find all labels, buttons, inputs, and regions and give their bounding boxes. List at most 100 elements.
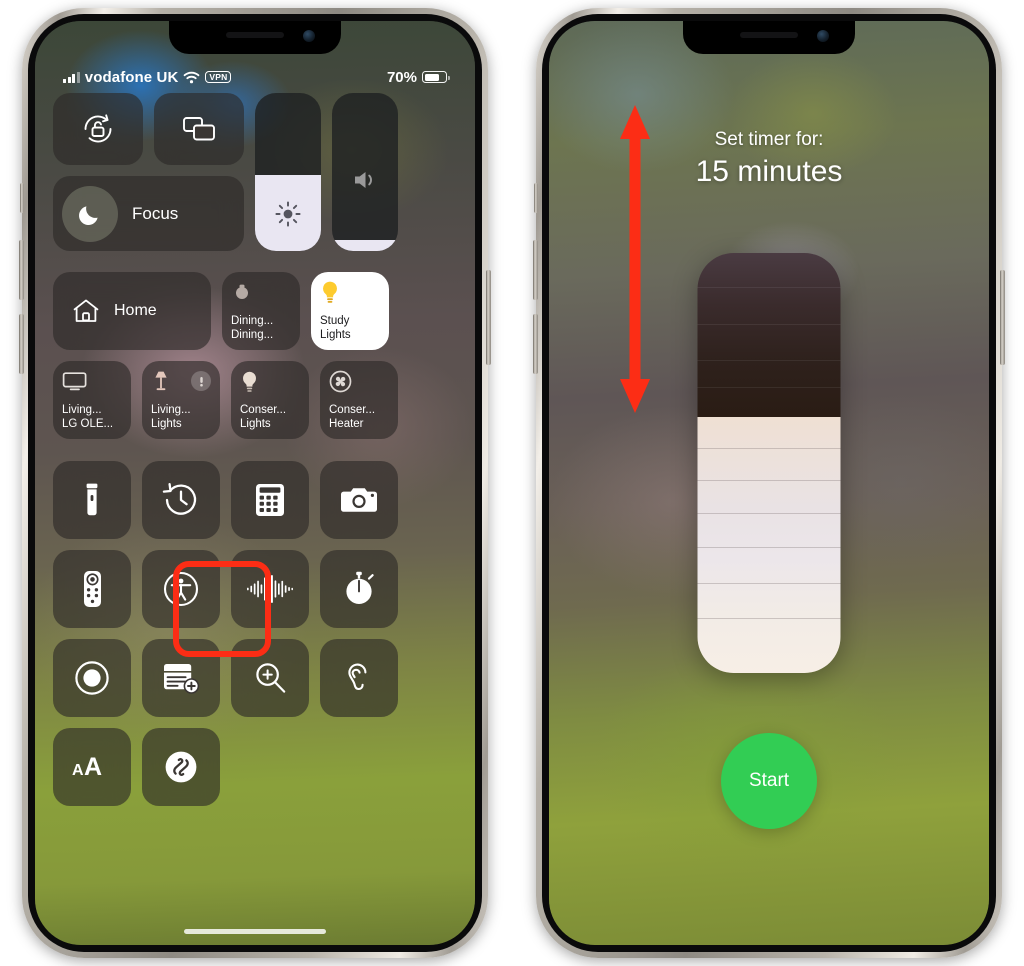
- sound-recognition-tile[interactable]: [231, 550, 309, 628]
- rotation-lock-icon: [81, 112, 115, 146]
- home-accessory-tile[interactable]: Living... Lights: [142, 361, 220, 439]
- home-icon: [71, 297, 101, 325]
- left-phone-screen: vodafone UK VPN 70% Focus Home Dining...…: [35, 21, 475, 945]
- timer-panel: Set timer for: 15 minutes Start: [549, 21, 989, 945]
- text-size-tile[interactable]: AA: [53, 728, 131, 806]
- notch: [683, 21, 855, 54]
- home-accessory-lines: Living... Lights: [151, 404, 211, 431]
- right-phone: Set timer for: 15 minutes Start: [533, 8, 1005, 958]
- volume-down-button[interactable]: [19, 314, 24, 374]
- camera-tile[interactable]: [320, 461, 398, 539]
- volume-slider[interactable]: [332, 93, 398, 251]
- control-center: Focus Home Dining... Dining... Study Lig…: [35, 93, 475, 945]
- shazam-icon: [162, 748, 200, 786]
- home-accessory-lines: Conser... Lights: [240, 404, 300, 431]
- accessory-line-1: Conser...: [240, 404, 287, 416]
- hearing-icon: [345, 660, 373, 696]
- home-accessory-tile[interactable]: Conser... Lights: [231, 361, 309, 439]
- slider-divider: [697, 286, 841, 288]
- sound-waveform-icon: [247, 574, 293, 604]
- hearing-tile[interactable]: [320, 639, 398, 717]
- home-accessory-tile[interactable]: Study Lights: [311, 272, 389, 350]
- lamp-shade-icon: [231, 280, 291, 304]
- accessory-line-1: Living...: [62, 404, 102, 416]
- tv-icon: [62, 369, 122, 393]
- magnifier-tile[interactable]: [231, 639, 309, 717]
- accessibility-shortcuts-tile[interactable]: [142, 550, 220, 628]
- magnifier-icon: [253, 661, 287, 695]
- control-center-group-top: Focus: [53, 93, 457, 251]
- brightness-icon: [255, 93, 321, 251]
- screen-record-icon: [74, 660, 110, 696]
- svg-text:A: A: [72, 762, 84, 779]
- timer-slider-unfilled: [697, 253, 841, 417]
- fan-icon: [329, 369, 389, 393]
- power-button[interactable]: [1000, 270, 1005, 365]
- accessibility-icon: [163, 571, 199, 607]
- vpn-badge: VPN: [205, 70, 232, 84]
- home-app-label: Home: [114, 302, 157, 319]
- stopwatch-tile[interactable]: [320, 550, 398, 628]
- battery-percent-label: 70%: [386, 68, 417, 86]
- timer-slider-fill: [697, 416, 841, 673]
- toggle-row: [53, 93, 244, 165]
- home-accessory-tile[interactable]: Dining... Dining...: [222, 272, 300, 350]
- stopwatch-icon: [342, 571, 376, 607]
- front-camera-icon: [817, 30, 829, 42]
- volume-icon: [332, 93, 398, 251]
- slider-divider: [697, 547, 841, 548]
- remote-icon: [83, 570, 102, 608]
- accessory-line-1: Study: [320, 315, 350, 327]
- screen-mirroring-tile[interactable]: [154, 93, 244, 165]
- home-accessory-lines: Living... LG OLE...: [62, 404, 122, 431]
- cellular-signal-icon: [63, 71, 80, 83]
- timer-tile[interactable]: [142, 461, 220, 539]
- calculator-tile[interactable]: [231, 461, 309, 539]
- power-button[interactable]: [486, 270, 491, 365]
- home-accessory-tile[interactable]: Conser... Heater: [320, 361, 398, 439]
- apple-tv-remote-tile[interactable]: [53, 550, 131, 628]
- quick-note-tile[interactable]: [142, 639, 220, 717]
- wifi-icon: [183, 71, 200, 84]
- moon-icon: [62, 185, 118, 242]
- volume-up-button[interactable]: [19, 240, 24, 300]
- bulb-icon: [320, 280, 380, 304]
- slider-divider: [697, 582, 841, 584]
- floor-lamp-icon-row: [151, 369, 211, 393]
- accessory-line-2: Lights: [240, 417, 271, 430]
- accessory-line-2: Lights: [320, 328, 351, 341]
- slider-divider: [697, 360, 841, 362]
- screen-recording-tile[interactable]: [53, 639, 131, 717]
- brightness-slider[interactable]: [255, 93, 321, 251]
- volume-up-button[interactable]: [533, 240, 538, 300]
- accessory-line-2: Lights: [151, 417, 182, 430]
- home-accessory-tile[interactable]: Living... LG OLE...: [53, 361, 131, 439]
- flashlight-icon: [84, 483, 100, 517]
- home-controls-row-2: Living... LG OLE... Living... Lights Con…: [53, 361, 457, 439]
- slider-divider: [697, 387, 841, 389]
- home-controls-row-1: Home Dining... Dining... Study Lights: [53, 272, 457, 350]
- left-phone: vodafone UK VPN 70% Focus Home Dining...…: [19, 8, 491, 958]
- status-bar-right: 70%: [386, 68, 450, 86]
- rotation-lock-tile[interactable]: [53, 93, 143, 165]
- timer-duration-slider[interactable]: [697, 253, 841, 673]
- right-phone-screen: Set timer for: 15 minutes Start: [549, 21, 989, 945]
- volume-down-button[interactable]: [533, 314, 538, 374]
- flashlight-tile[interactable]: [53, 461, 131, 539]
- slider-divider: [697, 479, 841, 481]
- music-recognition-tile[interactable]: [142, 728, 220, 806]
- status-bar-left: vodafone UK VPN: [63, 68, 232, 86]
- carrier-label: vodafone UK: [84, 68, 179, 86]
- mute-switch[interactable]: [20, 183, 24, 213]
- home-app-tile[interactable]: Home: [53, 272, 211, 350]
- timer-icon: [162, 481, 200, 519]
- mute-switch[interactable]: [534, 183, 538, 213]
- home-indicator[interactable]: [184, 929, 326, 934]
- start-timer-button[interactable]: Start: [721, 733, 817, 829]
- accessory-alert-badge: [191, 371, 211, 391]
- focus-label: Focus: [132, 203, 179, 223]
- vertical-double-arrow-icon: [615, 103, 655, 420]
- slider-divider: [697, 324, 841, 326]
- slider-divider: [697, 513, 841, 515]
- focus-tile[interactable]: Focus: [53, 176, 244, 251]
